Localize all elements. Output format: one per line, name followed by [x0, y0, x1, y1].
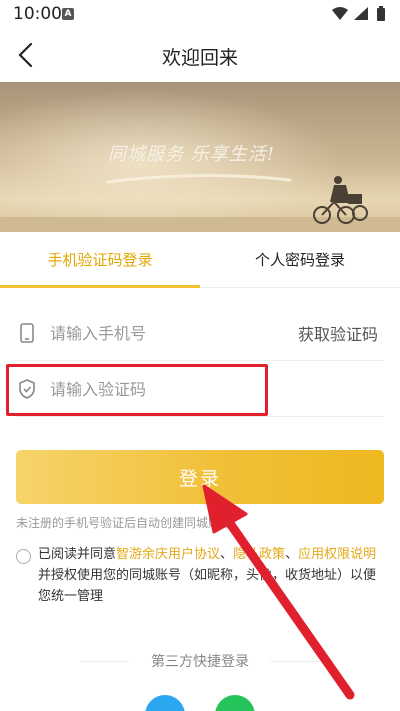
permission-description-link[interactable]: 应用权限说明	[298, 547, 376, 562]
status-bar: 10:00 A	[0, 0, 400, 28]
get-code-button[interactable]: 获取验证码	[298, 321, 378, 345]
wechat-icon[interactable]	[215, 695, 255, 711]
battery-icon	[377, 6, 385, 21]
agreement-separator: 、	[285, 547, 299, 562]
agreement-text: 已阅读并同意智游余庆用户协议、隐私政策、应用权限说明并授权使用您的同城账号（如昵…	[38, 544, 384, 607]
agreement-prefix: 已阅读并同意	[38, 547, 117, 562]
signal-icon	[354, 7, 368, 20]
tab-password-login[interactable]: 个人密码登录	[200, 232, 400, 288]
divider-right	[270, 661, 320, 662]
privacy-policy-link[interactable]: 隐私政策	[233, 547, 285, 562]
agreement-checkbox[interactable]	[16, 549, 31, 564]
login-tabs: 手机验证码登录 个人密码登录	[0, 232, 400, 288]
tab-sms-login[interactable]: 手机验证码登录	[0, 232, 200, 288]
qq-icon[interactable]	[145, 695, 185, 711]
banner-image: 同城服务 乐享生活!	[0, 82, 400, 232]
phone-row: 获取验证码	[16, 305, 384, 361]
wifi-icon	[332, 7, 348, 20]
banner-slogan: 同城服务 乐享生活!	[108, 144, 275, 165]
agreement-suffix: 并授权使用您的同城账号（如昵称，头像，收货地址）以便您统一管理	[38, 568, 377, 604]
status-time: 10:00	[13, 4, 62, 24]
notification-icon: A	[62, 8, 74, 20]
tab-active-indicator	[0, 285, 200, 288]
page-title: 欢迎回来	[161, 47, 238, 69]
user-agreement-link[interactable]: 智游余庆用户协议	[116, 547, 220, 562]
agreement-separator: 、	[220, 547, 234, 562]
login-button[interactable]: 登录	[16, 450, 384, 504]
auto-register-hint: 未注册的手机号验证后自动创建同城账号	[16, 516, 233, 530]
header: 欢迎回来	[0, 28, 400, 82]
phone-icon	[20, 323, 34, 343]
annotation-highlight-box	[6, 364, 268, 416]
phone-input[interactable]	[50, 319, 270, 347]
status-icons	[332, 6, 385, 21]
third-party-title: 第三方快捷登录	[151, 654, 249, 670]
